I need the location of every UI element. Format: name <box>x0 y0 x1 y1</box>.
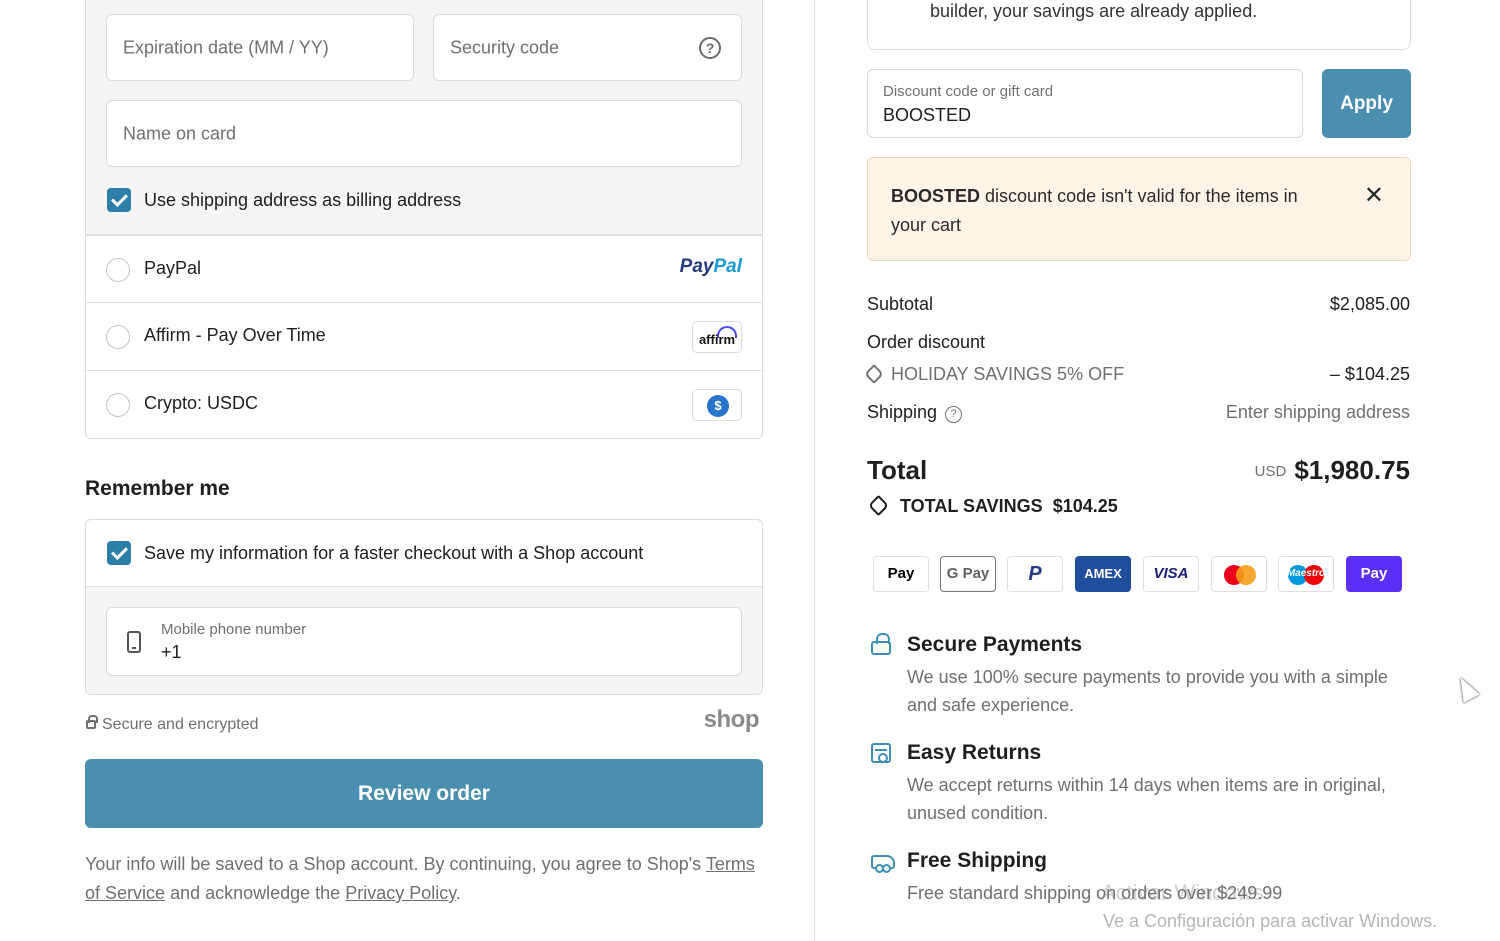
return-box-icon <box>871 743 891 763</box>
mobile-phone-input[interactable]: Mobile phone number +1 <box>106 607 742 676</box>
discount-code-value: BOOSTED <box>883 105 972 125</box>
tag-icon <box>864 364 884 384</box>
total-value: USD $1,980.75 <box>1254 455 1410 485</box>
mobile-phone-icon <box>127 631 141 653</box>
shop-logo: shop <box>703 706 760 733</box>
discount-name: HOLIDAY SAVINGS 5% OFF <box>864 364 1124 385</box>
feature-description: We use 100% secure payments to provide y… <box>907 667 1388 715</box>
affirm-label: Affirm - Pay Over Time <box>144 325 326 345</box>
feature-title: Secure Payments <box>907 633 1083 656</box>
lock-icon <box>871 633 891 655</box>
mastercard-orange-circle <box>1236 565 1256 585</box>
remember-me-heading: Remember me <box>85 477 230 500</box>
auto-savings-info: builder, your savings are already applie… <box>867 0 1411 50</box>
windows-activation-hint: Ve a Configuración para activar Windows. <box>1103 911 1438 931</box>
security-code-input[interactable]: Security code ? <box>433 14 742 81</box>
feature-description: We accept returns within 14 days when it… <box>907 775 1386 823</box>
apple-pay-icon: Pay <box>873 556 929 592</box>
payment-option-affirm[interactable]: Affirm - Pay Over Time affirm <box>86 302 762 370</box>
usdc-icon <box>707 395 729 417</box>
crypto-label: Crypto: USDC <box>144 393 259 413</box>
google-pay-icon: G Pay <box>940 556 996 592</box>
amex-icon: AMEX <box>1075 556 1131 592</box>
shop-pay-icon: Pay <box>1346 556 1402 592</box>
maestro-icon: Maestro <box>1278 556 1334 592</box>
expiration-date-input[interactable]: Expiration date (MM / YY) <box>106 14 414 81</box>
affirm-radio[interactable] <box>106 325 130 349</box>
billing-address-checkbox[interactable] <box>107 188 131 212</box>
paypal-label: PayPal <box>144 258 202 278</box>
question-circle-icon[interactable]: ? <box>945 406 963 423</box>
discount-error-alert: BOOSTED discount code isn't valid for th… <box>867 157 1411 261</box>
visa-icon: VISA <box>1143 556 1199 592</box>
total-label: Total <box>867 455 928 485</box>
savings-tag-icon <box>867 494 890 517</box>
payment-methods-list: PayPal PayPal Affirm - Pay Over Time aff… <box>85 235 763 439</box>
subtotal-label: Subtotal <box>867 294 934 314</box>
lock-icon <box>86 715 98 729</box>
save-info-row: Save my information for a faster checkou… <box>86 520 762 587</box>
currency-code: USD <box>1254 463 1287 480</box>
question-circle-icon[interactable]: ? <box>699 36 721 59</box>
feature-title: Easy Returns <box>907 741 1042 764</box>
windows-activation-watermark: Activar Windows <box>1101 880 1264 905</box>
checkout-form-column: Expiration date (MM / YY) Security code … <box>0 0 814 941</box>
payment-option-crypto[interactable]: Crypto: USDC <box>86 370 762 438</box>
card-details-block: Expiration date (MM / YY) Security code … <box>85 0 763 235</box>
name-on-card-placeholder: Name on card <box>123 123 237 143</box>
secure-encrypted-notice: Secure and encrypted <box>86 715 259 734</box>
paypal-logo: PayPal <box>679 256 742 277</box>
mastercard-icon <box>1211 556 1267 592</box>
auto-savings-text: builder, your savings are already applie… <box>930 1 1258 21</box>
discount-code-input[interactable]: Discount code or gift card BOOSTED <box>867 69 1303 138</box>
order-discount-label: Order discount <box>867 332 986 352</box>
apply-discount-button[interactable]: Apply <box>1322 69 1411 138</box>
crypto-radio[interactable] <box>106 393 130 417</box>
discount-error-message: BOOSTED discount code isn't valid for th… <box>891 186 1298 235</box>
usdc-logo <box>692 389 742 421</box>
save-info-checkbox[interactable] <box>107 541 131 565</box>
expiration-date-placeholder: Expiration date (MM / YY) <box>123 37 329 57</box>
security-code-placeholder: Security code <box>450 37 560 57</box>
remember-me-block: Save my information for a faster checkou… <box>85 519 763 695</box>
billing-address-label: Use shipping address as billing address <box>144 190 462 210</box>
name-on-card-input[interactable]: Name on card <box>106 100 742 167</box>
truck-icon <box>871 855 895 873</box>
shipping-value: Enter shipping address <box>1225 402 1410 422</box>
subtotal-value: $2,085.00 <box>1329 294 1410 314</box>
discount-code-label: Discount code or gift card <box>883 83 1054 100</box>
affirm-logo: affirm <box>692 321 742 353</box>
order-summary-column: builder, your savings are already applie… <box>814 0 1500 941</box>
review-order-button[interactable]: Review order <box>85 759 763 828</box>
legal-notice: Your info will be saved to a Shop accoun… <box>85 854 755 903</box>
feature-title: Free Shipping <box>907 849 1048 872</box>
mobile-phone-value: +1 <box>161 642 182 662</box>
discount-amount: – $104.25 <box>1329 364 1410 384</box>
payment-option-paypal[interactable]: PayPal PayPal <box>86 235 762 303</box>
mobile-phone-label: Mobile phone number <box>161 621 307 638</box>
save-info-label: Save my information for a faster checkou… <box>144 543 644 563</box>
total-savings: TOTAL SAVINGS $104.25 <box>867 494 1118 517</box>
shipping-label: Shipping? <box>867 402 963 423</box>
close-icon[interactable]: ✕ <box>1364 184 1384 208</box>
paypal-icon: P <box>1007 556 1063 592</box>
paypal-radio[interactable] <box>106 258 130 282</box>
privacy-policy-link[interactable]: Privacy Policy <box>345 883 456 903</box>
